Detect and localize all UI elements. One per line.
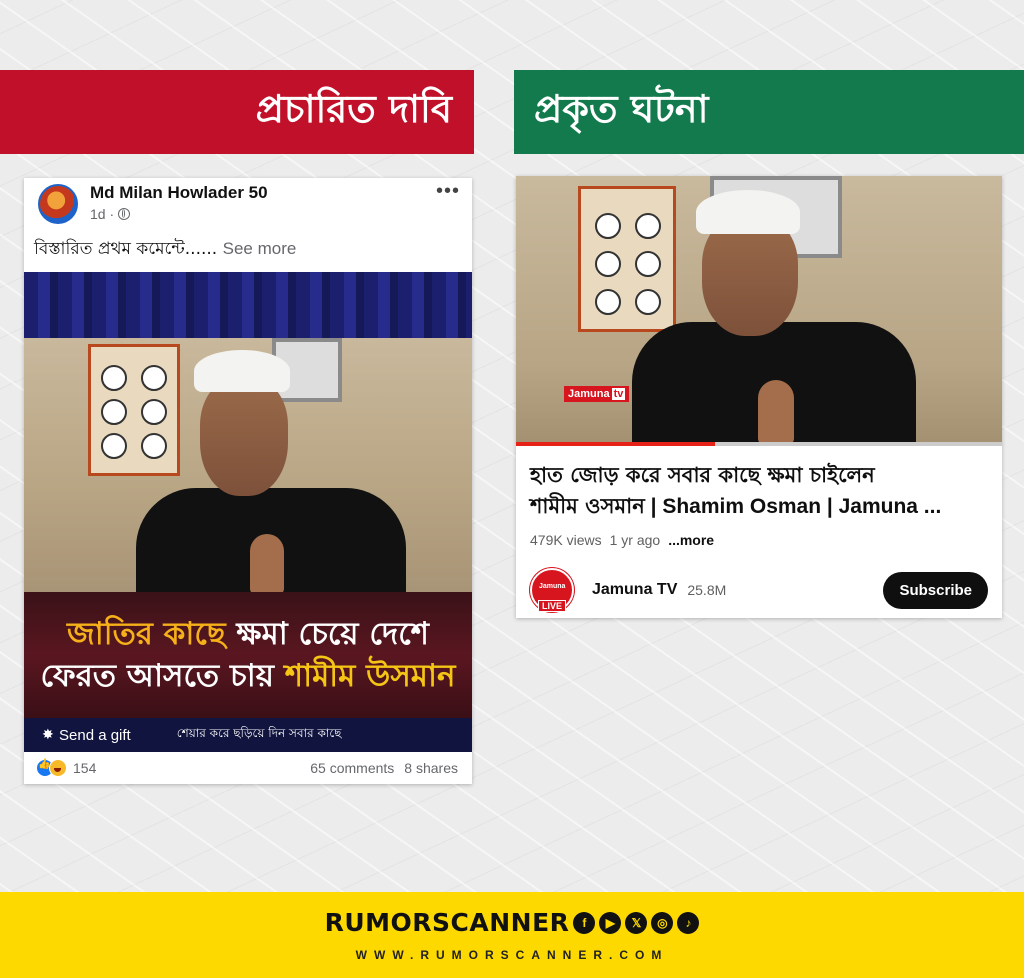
folded-hands (758, 380, 794, 444)
image-headline: জাতির কাছে ক্ষমা চেয়ে দেশে ফেরত আসতে চা… (24, 592, 472, 718)
channel-avatar[interactable]: Jamuna LIVE (530, 568, 574, 612)
shares-count[interactable]: 8 shares (404, 760, 458, 776)
clock-chart (578, 186, 676, 332)
subscriber-count: 25.8M (687, 582, 727, 598)
post-caption: বিস্তারিত প্রথম কমেন্টে...... See more (34, 236, 296, 264)
more-link[interactable]: ...more (668, 532, 714, 548)
instagram-icon[interactable]: ◎ (651, 911, 674, 934)
facebook-icon[interactable]: f (573, 911, 596, 934)
clock-chart (88, 344, 180, 476)
upload-age: 1 yr ago (609, 532, 661, 548)
curtain-background (24, 272, 472, 338)
headline-part: ফেরত আসতে চায় (40, 658, 285, 694)
subscribe-button[interactable]: Subscribe (883, 571, 988, 609)
gift-icon (42, 726, 55, 743)
jamuna-tv-logo: Jamuna tv (564, 386, 630, 402)
claim-banner: প্রচারিত দাবি (0, 70, 474, 154)
prayer-cap (194, 350, 290, 392)
brand-row: RUMORSCANNER f ▶ 𝕏 ◎ ♪ (0, 908, 1024, 937)
brand-name: RUMORSCANNER (324, 908, 570, 937)
live-badge: LIVE (538, 600, 567, 612)
headline-part: ক্ষমা চেয়ে দেশে (236, 616, 429, 652)
headline-line-1: জাতির কাছে ক্ষমা চেয়ে দেশে (67, 613, 429, 655)
progress-bar[interactable] (516, 442, 1002, 446)
folded-hands (250, 534, 284, 592)
post-time: 1d · (90, 206, 131, 222)
claim-banner-label: প্রচারিত দাবি (255, 87, 452, 131)
fact-banner-label: প্রকৃত ঘটনা (534, 87, 709, 131)
headline-part: জাতির কাছে (66, 616, 237, 652)
comments-count[interactable]: 65 comments (310, 760, 394, 776)
video-title-line-2: শামীম ওসমান | Shamim Osman | Jamuna ... (530, 491, 990, 522)
caption-text: বিস্তারিত প্রথম কমেন্টে...... (34, 239, 218, 259)
headline-part: শামীম উসমান (284, 658, 456, 694)
channel-name[interactable]: Jamuna TV (592, 581, 677, 599)
post-time-label: 1d · (90, 206, 115, 222)
post-stats: 65 comments 8 shares (310, 760, 458, 776)
logo-tv: tv (611, 388, 626, 400)
haha-reaction-icon[interactable] (49, 759, 67, 777)
avatar[interactable] (38, 184, 78, 224)
tiktok-icon[interactable]: ♪ (677, 911, 700, 934)
video-title-line-1: হাত জোড় করে সবার কাছে ক্ষমা চাইলেন (530, 463, 875, 487)
send-gift-button[interactable]: Send a gift (42, 726, 131, 744)
channel-row: Jamuna LIVE Jamuna TV 25.8M Subscribe (530, 568, 988, 612)
title-part: | Shamim Osman | Jamuna ... (644, 495, 942, 518)
see-more-link[interactable]: See more (223, 239, 297, 258)
brand-url[interactable]: WWW.RUMORSCANNER.COM (0, 948, 1024, 962)
video-meta: 479K views 1 yr ago ...more (530, 532, 714, 548)
video-scene (24, 338, 472, 592)
post-image[interactable]: জাতির কাছে ক্ষমা চেয়ে দেশে ফেরত আসতে চা… (24, 272, 472, 752)
post-header: Md Milan Howlader 50 1d · ••• বিস্তারিত … (24, 178, 472, 268)
person-face (200, 378, 288, 496)
globe-icon (118, 208, 131, 220)
gift-strip: Send a gift শেয়ার করে ছড়িয়ে দিন সবার … (24, 718, 472, 752)
video-title[interactable]: হাত জোড় করে সবার কাছে ক্ষমা চাইলেন শামী… (530, 460, 990, 522)
social-icons: f ▶ 𝕏 ◎ ♪ (573, 911, 700, 934)
prayer-cap (696, 190, 800, 234)
facebook-post-card: Md Milan Howlader 50 1d · ••• বিস্তারিত … (24, 178, 472, 784)
headline-line-2: ফেরত আসতে চায় শামীম উসমান (40, 655, 455, 697)
send-gift-label: Send a gift (59, 726, 131, 744)
brand-footer: RUMORSCANNER f ▶ 𝕏 ◎ ♪ WWW.RUMORSCANNER.… (0, 892, 1024, 978)
person-face (702, 216, 798, 336)
title-part: শামীম ওসমান (530, 494, 645, 518)
progress-fill (516, 442, 716, 446)
reaction-count[interactable]: 154 (73, 760, 96, 776)
x-icon[interactable]: 𝕏 (625, 911, 648, 934)
avatar-text: Jamuna (539, 583, 566, 590)
video-player[interactable]: Jamuna tv (516, 176, 1002, 446)
youtube-icon[interactable]: ▶ (599, 911, 622, 934)
view-count: 479K views (530, 532, 602, 548)
more-dots-icon[interactable]: ••• (436, 180, 460, 203)
author-name[interactable]: Md Milan Howlader 50 (90, 183, 268, 203)
share-note: শেয়ার করে ছড়িয়ে দিন সবার কাছে (176, 726, 342, 740)
logo-text: Jamuna (568, 388, 610, 400)
post-footer: 154 65 comments 8 shares (24, 752, 472, 784)
youtube-video-card: Jamuna tv হাত জোড় করে সবার কাছে ক্ষমা চা… (516, 176, 1002, 618)
fact-banner: প্রকৃত ঘটনা (514, 70, 1024, 154)
